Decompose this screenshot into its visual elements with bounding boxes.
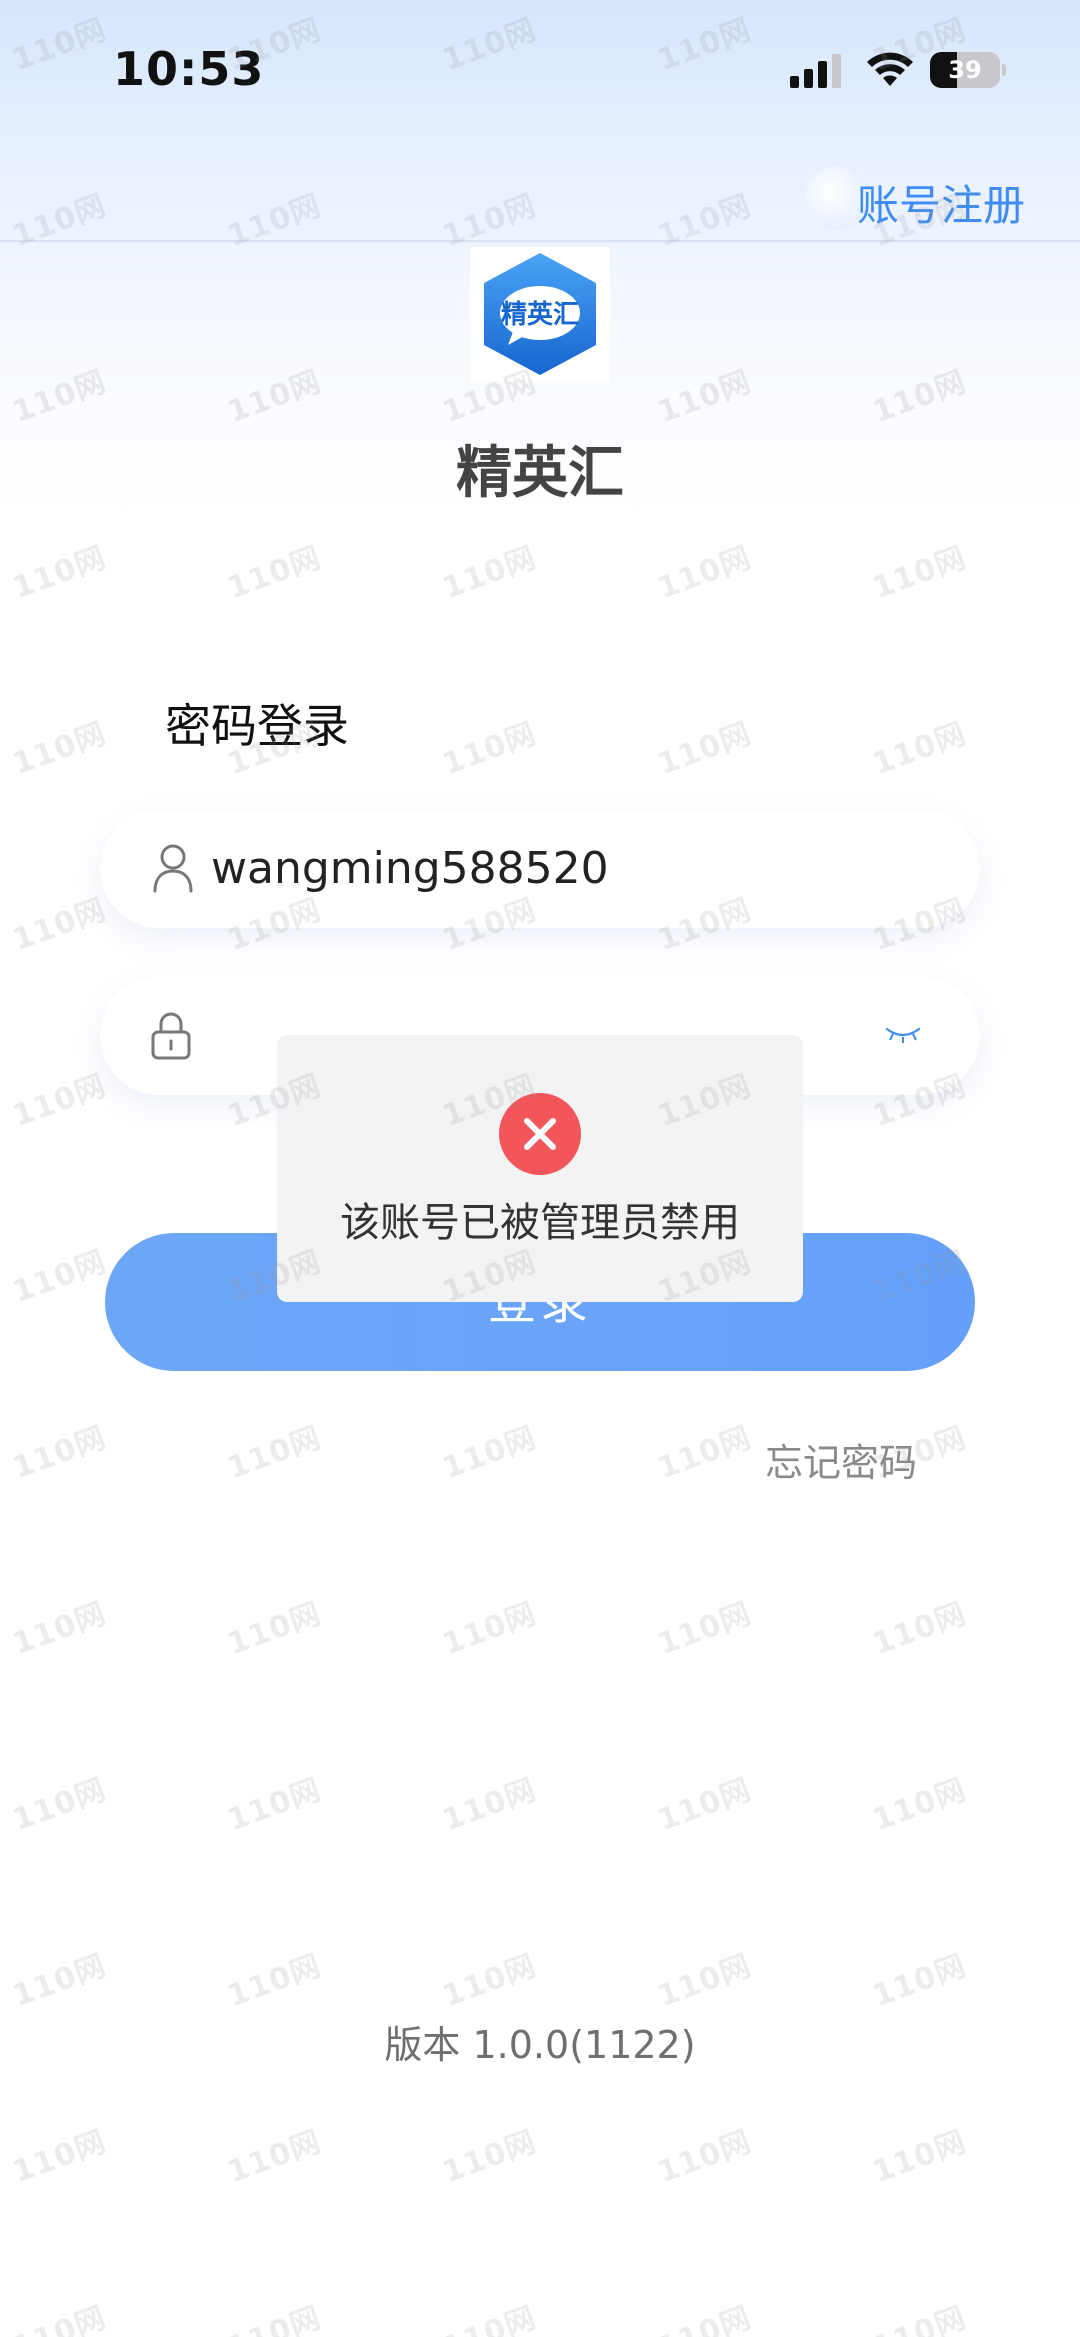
watermark-text: 110网 xyxy=(8,1420,111,1487)
watermark-text: 110网 xyxy=(438,2300,541,2337)
app-version: 版本 1.0.0(1122) xyxy=(384,2023,696,2067)
watermark-text: 110网 xyxy=(438,1948,541,2015)
watermark-text: 110网 xyxy=(223,188,326,255)
watermark-text: 110网 xyxy=(8,892,111,959)
watermark-text: 110网 xyxy=(8,1772,111,1839)
watermark-text: 110网 xyxy=(653,188,756,255)
watermark-text: 110网 xyxy=(653,2124,756,2191)
watermark-text: 110网 xyxy=(438,12,541,79)
watermark-text: 110网 xyxy=(8,1068,111,1135)
signal-icon xyxy=(790,54,841,88)
watermark-text: 110网 xyxy=(223,540,326,607)
watermark-text: 110网 xyxy=(653,1948,756,2015)
watermark-text: 110网 xyxy=(8,12,111,79)
watermark-text: 110网 xyxy=(438,1772,541,1839)
watermark-text: 110网 xyxy=(438,188,541,255)
watermark-text: 110网 xyxy=(653,12,756,79)
forgot-password-link[interactable]: 忘记密码 xyxy=(765,1432,917,1487)
watermark-text: 110网 xyxy=(653,540,756,607)
user-icon xyxy=(153,844,193,893)
username-input[interactable]: wangming588520 xyxy=(211,843,609,894)
watermark-text: 110网 xyxy=(868,2300,971,2337)
watermark-text: 110网 xyxy=(8,540,111,607)
watermark-text: 110网 xyxy=(438,1420,541,1487)
register-link[interactable]: 账号注册 xyxy=(857,172,1025,233)
header-divider xyxy=(0,240,1080,242)
watermark-text: 110网 xyxy=(223,1772,326,1839)
watermark-text: 110网 xyxy=(868,364,971,431)
watermark-text: 110网 xyxy=(223,1948,326,2015)
watermark-text: 110网 xyxy=(223,364,326,431)
toast-message: 该账号已被管理员禁用 xyxy=(340,1200,740,1246)
watermark-text: 110网 xyxy=(438,540,541,607)
watermark-text: 110网 xyxy=(868,2124,971,2191)
watermark-text: 110网 xyxy=(223,2124,326,2191)
watermark-text: 110网 xyxy=(8,716,111,783)
watermark-text: 110网 xyxy=(868,1596,971,1663)
app-logo-text: 精英汇 xyxy=(501,300,579,330)
watermark-text: 110网 xyxy=(223,1596,326,1663)
battery-level: 39 xyxy=(948,56,982,84)
watermark-text: 110网 xyxy=(223,1420,326,1487)
watermark-text: 110网 xyxy=(8,2300,111,2337)
eye-closed-icon[interactable] xyxy=(885,1025,921,1045)
watermark-text: 110网 xyxy=(8,364,111,431)
watermark-text: 110网 xyxy=(8,1948,111,2015)
watermark-text: 110网 xyxy=(653,1596,756,1663)
wifi-icon xyxy=(867,52,913,86)
watermark-text: 110网 xyxy=(8,188,111,255)
error-icon xyxy=(499,1093,581,1175)
watermark-text: 110网 xyxy=(438,2124,541,2191)
lock-icon xyxy=(151,1012,191,1060)
watermark-text: 110网 xyxy=(653,2300,756,2337)
watermark-text: 110网 xyxy=(868,540,971,607)
status-time: 10:53 xyxy=(113,42,265,96)
watermark-text: 110网 xyxy=(8,1596,111,1663)
watermark-text: 110网 xyxy=(868,1772,971,1839)
watermark-text: 110网 xyxy=(8,2124,111,2191)
watermark-text: 110网 xyxy=(438,1596,541,1663)
watermark-text: 110网 xyxy=(653,1772,756,1839)
watermark-text: 110网 xyxy=(8,1244,111,1311)
watermark-text: 110网 xyxy=(868,1948,971,2015)
watermark-text: 110网 xyxy=(653,716,756,783)
app-logo: 精英汇 xyxy=(470,247,610,381)
watermark-text: 110网 xyxy=(868,716,971,783)
login-title: 密码登录 xyxy=(165,699,349,753)
watermark-text: 110网 xyxy=(438,716,541,783)
app-name: 精英汇 xyxy=(456,441,624,506)
watermark-text: 110网 xyxy=(223,2300,326,2337)
watermark-text: 110网 xyxy=(653,364,756,431)
battery-icon: 39 xyxy=(930,52,1006,88)
watermark-text: 110网 xyxy=(653,1420,756,1487)
